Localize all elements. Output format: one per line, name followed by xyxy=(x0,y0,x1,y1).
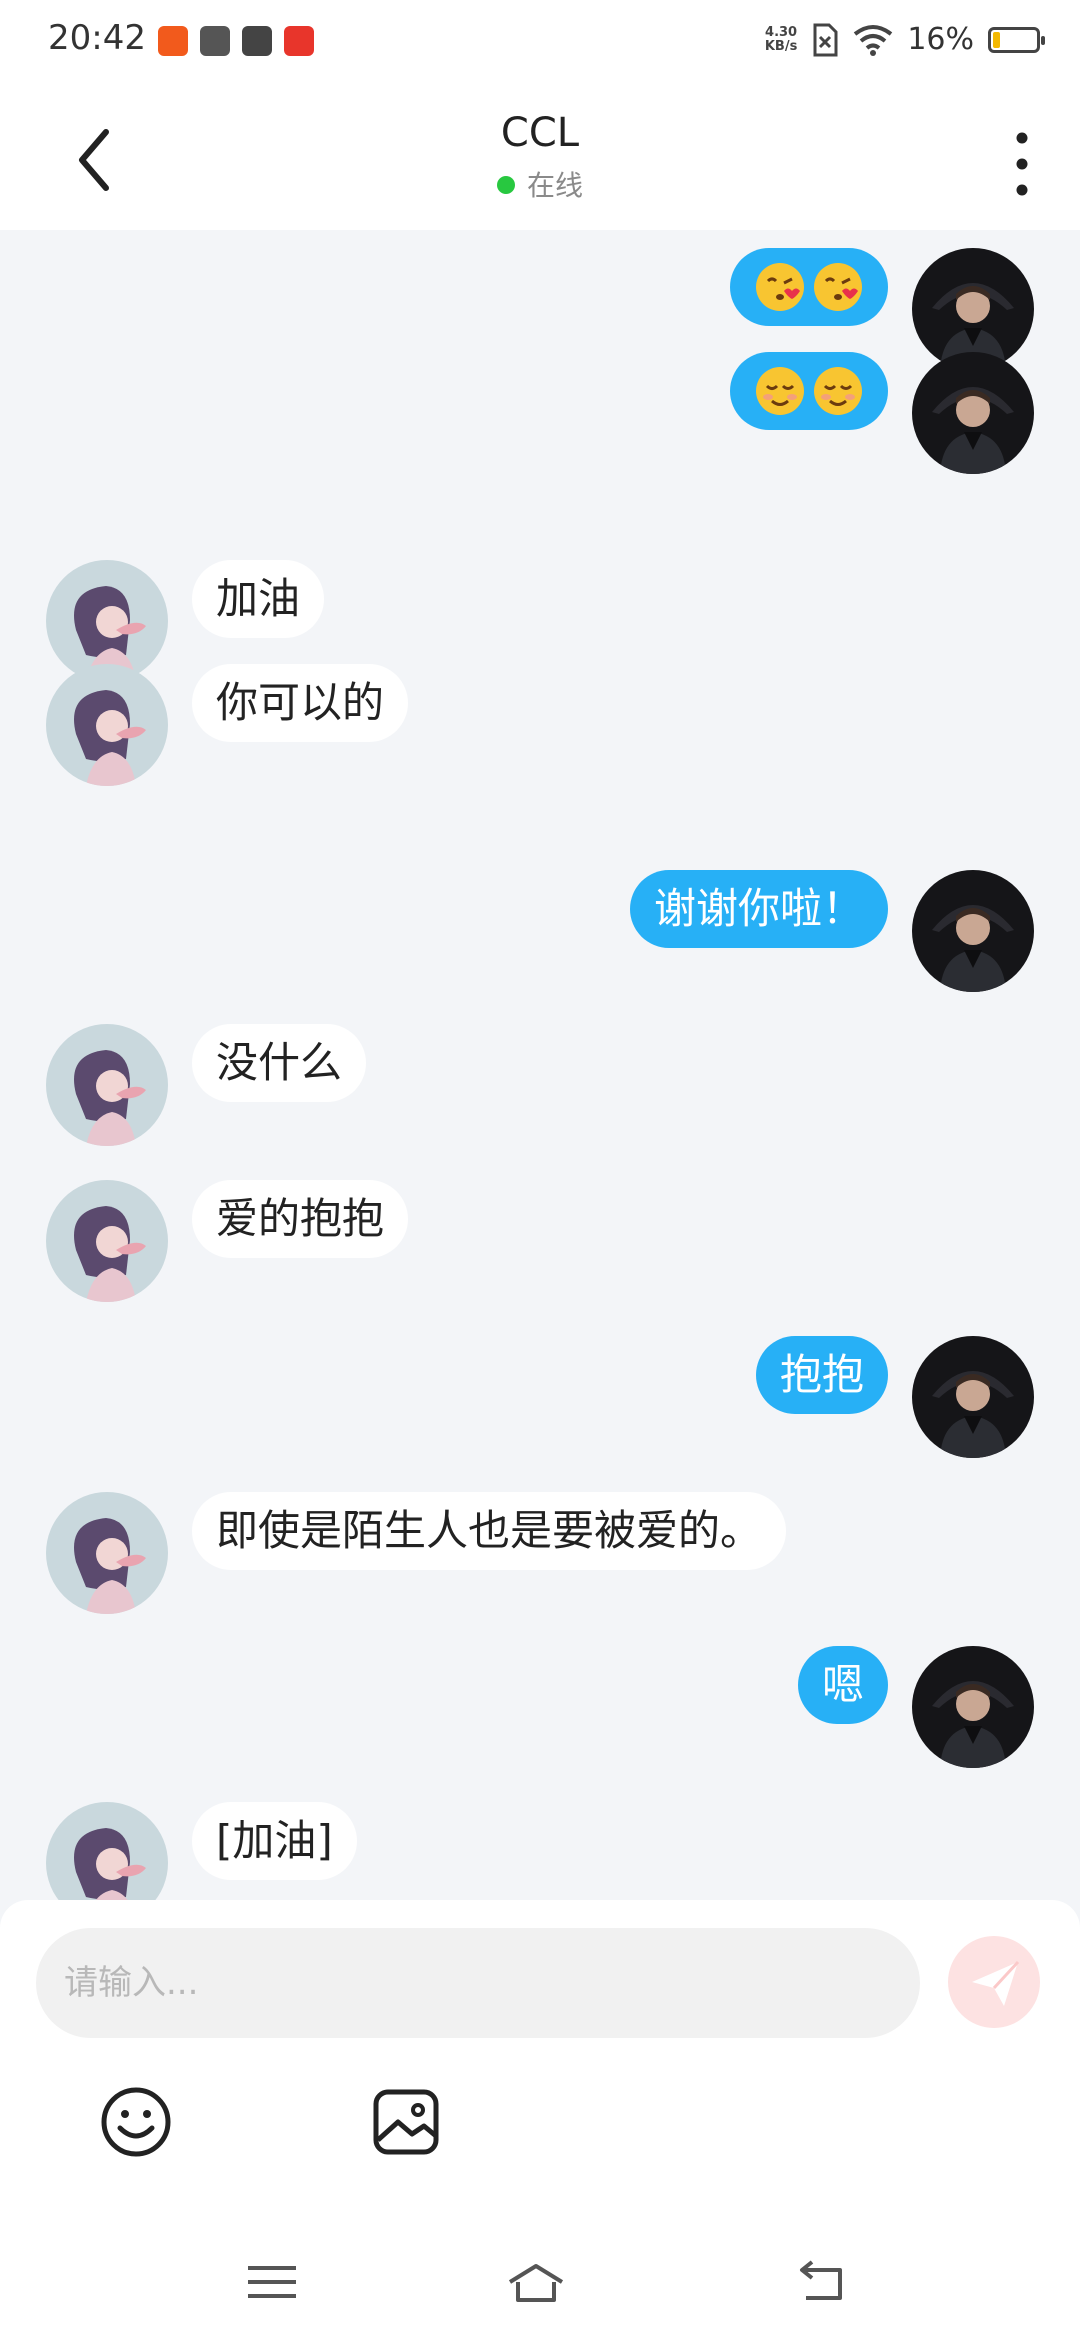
status-app-icons xyxy=(158,26,314,56)
chat-header: CCL 在线 xyxy=(0,84,1080,230)
send-button[interactable] xyxy=(948,1936,1040,2028)
contact-avatar[interactable] xyxy=(46,1180,168,1302)
system-nav-bar xyxy=(0,2230,1080,2340)
kissing-heart-emoji xyxy=(756,263,804,311)
game-app-icon xyxy=(284,26,314,56)
kissing-heart-emoji xyxy=(814,263,862,311)
book-app-icon xyxy=(242,26,272,56)
back-nav-icon[interactable] xyxy=(792,2252,852,2312)
contact-avatar[interactable] xyxy=(46,664,168,786)
menu-icon[interactable] xyxy=(242,2252,302,2312)
message-bubble[interactable] xyxy=(730,352,888,430)
status-time: 20:42 xyxy=(48,18,146,58)
send-icon xyxy=(972,1960,1020,2006)
image-icon[interactable] xyxy=(366,2082,446,2162)
message-bubble[interactable]: 爱的抱抱 xyxy=(192,1180,409,1258)
contact-name: CCL xyxy=(500,110,580,156)
message-sent xyxy=(0,352,1080,482)
no-sim-icon xyxy=(813,23,838,56)
message-received: 没什么 xyxy=(0,1024,1080,1154)
smiling-blush-emoji xyxy=(814,367,862,415)
wifi-icon xyxy=(854,24,893,56)
my-avatar[interactable] xyxy=(912,870,1034,992)
more-vertical-icon[interactable] xyxy=(1002,124,1042,204)
contact-avatar[interactable] xyxy=(46,1024,168,1146)
message-bubble[interactable]: 谢谢你啦！ xyxy=(629,870,888,948)
smiley-icon[interactable] xyxy=(96,2082,176,2162)
message-bubble[interactable]: 抱抱 xyxy=(755,1336,888,1414)
message-bubble[interactable]: 加油 xyxy=(192,560,325,638)
message-list[interactable]: 加油 你可以的 谢谢你啦！ 没什么 爱的抱抱 抱抱 即使是陌生人也是要被爱的。 … xyxy=(0,230,1080,1910)
home-icon[interactable] xyxy=(506,2252,566,2312)
network-speed-unit: KB/s xyxy=(764,38,798,54)
message-bubble[interactable]: 你可以的 xyxy=(192,664,409,742)
my-avatar[interactable] xyxy=(912,1646,1034,1768)
message-bubble[interactable]: 即使是陌生人也是要被爱的。 xyxy=(192,1492,787,1570)
status-bar: 20:42 4.30 KB/s 16% xyxy=(0,0,1080,84)
network-speed-value: 4.30 xyxy=(765,24,798,40)
presence-status: 在线 xyxy=(0,164,1080,204)
smiling-blush-emoji xyxy=(756,367,804,415)
message-received: 爱的抱抱 xyxy=(0,1180,1080,1310)
message-bubble[interactable]: 嗯 xyxy=(797,1646,888,1724)
contact-avatar[interactable] xyxy=(46,1802,168,1910)
message-bubble[interactable]: 没什么 xyxy=(192,1024,367,1102)
message-bubble[interactable] xyxy=(730,248,888,326)
my-avatar[interactable] xyxy=(912,352,1034,474)
message-sent: 谢谢你啦！ xyxy=(0,870,1080,1000)
message-received: [加油] xyxy=(0,1802,1080,1910)
battery-percent: 16% xyxy=(907,22,974,57)
message-sent: 抱抱 xyxy=(0,1336,1080,1466)
message-received: 你可以的 xyxy=(0,664,1080,794)
network-speed: 4.30 KB/s xyxy=(764,24,798,54)
kuaishou-icon xyxy=(158,26,188,56)
message-bubble[interactable]: [加油] xyxy=(192,1802,357,1880)
video-app-icon xyxy=(200,26,230,56)
my-avatar[interactable] xyxy=(912,1336,1034,1458)
online-dot-icon xyxy=(496,176,515,194)
contact-avatar[interactable] xyxy=(46,1492,168,1614)
presence-label: 在线 xyxy=(526,169,583,202)
composer: 请输入... xyxy=(0,1900,1080,2340)
message-received: 即使是陌生人也是要被爱的。 xyxy=(0,1492,1080,1622)
input-placeholder: 请输入... xyxy=(64,1963,199,2003)
message-sent: 嗯 xyxy=(0,1646,1080,1776)
message-input[interactable]: 请输入... xyxy=(36,1928,920,2038)
battery-icon xyxy=(988,26,1045,53)
